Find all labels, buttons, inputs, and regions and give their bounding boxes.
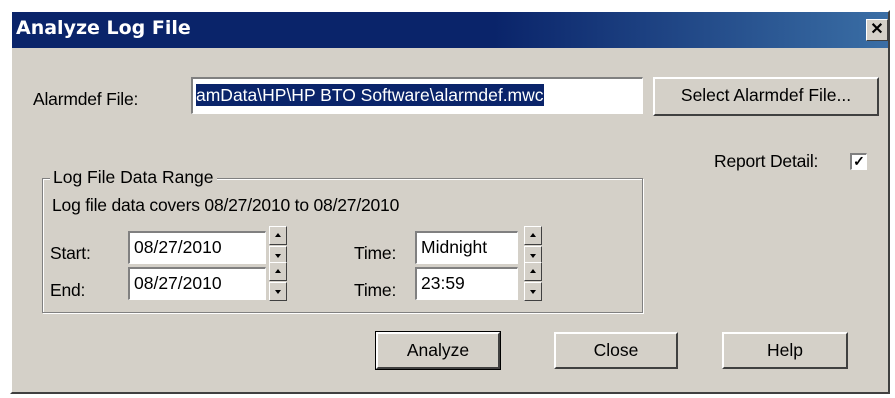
end-time-input[interactable]: 23:59 bbox=[415, 267, 518, 300]
title-bar[interactable]: Analyze Log File ✕ bbox=[12, 12, 888, 48]
end-label: End: bbox=[50, 280, 86, 300]
start-time-input[interactable]: Midnight bbox=[415, 231, 518, 264]
spinner-down-icon[interactable] bbox=[269, 282, 287, 301]
end-time-value: 23:59 bbox=[421, 273, 465, 293]
select-alarmdef-file-button[interactable]: Select Alarmdef File... bbox=[653, 77, 879, 116]
analyze-log-file-dialog: Analyze Log File ✕ Alarmdef File: amData… bbox=[10, 10, 890, 394]
end-date-spinner[interactable] bbox=[269, 262, 287, 302]
spinner-up-icon[interactable] bbox=[269, 262, 287, 281]
spinner-up-icon[interactable] bbox=[524, 226, 542, 245]
end-date-input[interactable]: 08/27/2010 bbox=[128, 267, 266, 300]
analyze-button[interactable]: Analyze bbox=[375, 331, 501, 370]
report-detail-label: Report Detail: bbox=[714, 151, 819, 171]
end-date-value: 08/27/2010 bbox=[134, 273, 222, 293]
start-time-label: Time: bbox=[354, 243, 397, 263]
end-time-spinner[interactable] bbox=[524, 262, 542, 302]
close-window-button[interactable]: ✕ bbox=[866, 19, 888, 41]
start-time-spinner[interactable] bbox=[524, 226, 542, 266]
spinner-up-icon[interactable] bbox=[269, 226, 287, 245]
end-time-label: Time: bbox=[354, 280, 397, 300]
report-detail-checkbox[interactable]: ✓ bbox=[850, 153, 867, 170]
data-coverage-text: Log file data covers 08/27/2010 to 08/27… bbox=[52, 195, 400, 215]
checkmark-icon: ✓ bbox=[853, 153, 865, 169]
alarmdef-file-input[interactable]: amData\HP\HP BTO Software\alarmdef.mwc bbox=[191, 77, 643, 114]
start-date-input[interactable]: 08/27/2010 bbox=[128, 231, 266, 264]
start-date-spinner[interactable] bbox=[269, 226, 287, 266]
close-button[interactable]: Close bbox=[554, 332, 678, 369]
close-icon: ✕ bbox=[870, 21, 884, 38]
log-file-data-range-title: Log File Data Range bbox=[50, 167, 217, 188]
spinner-up-icon[interactable] bbox=[524, 262, 542, 281]
help-button[interactable]: Help bbox=[722, 332, 848, 369]
start-date-value: 08/27/2010 bbox=[134, 237, 222, 257]
alarmdef-file-value: amData\HP\HP BTO Software\alarmdef.mwc bbox=[196, 84, 544, 106]
alarmdef-file-label: Alarmdef File: bbox=[33, 89, 139, 109]
window-title: Analyze Log File bbox=[16, 17, 191, 39]
start-label: Start: bbox=[50, 243, 91, 263]
start-time-value: Midnight bbox=[421, 237, 488, 257]
spinner-down-icon[interactable] bbox=[524, 282, 542, 301]
